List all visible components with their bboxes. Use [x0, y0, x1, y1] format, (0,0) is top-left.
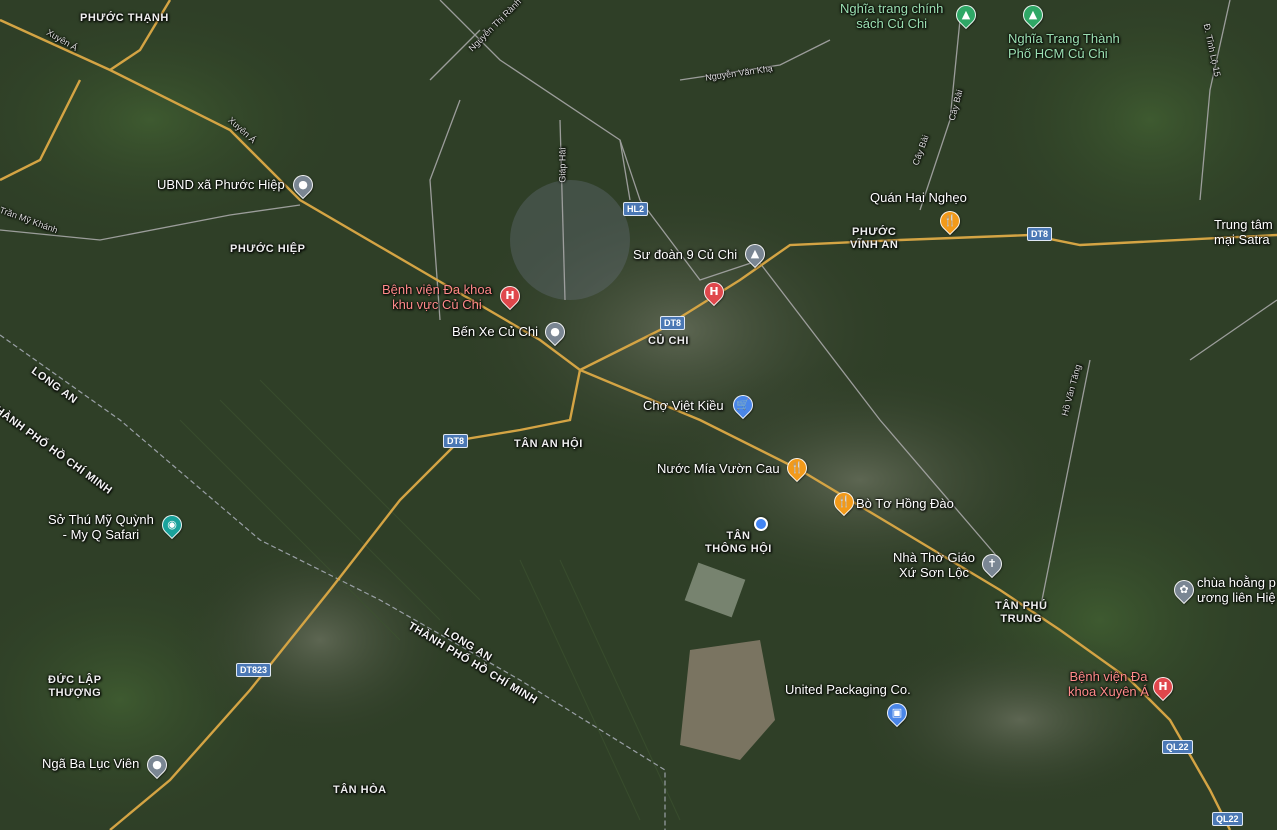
shield-hl2: HL2 [623, 202, 649, 216]
shield-ql22-a: QL22 [1162, 740, 1193, 754]
road-giap-hai: Giáp Hải [557, 147, 568, 183]
shield-dt8-left: DT8 [443, 434, 469, 448]
satellite-imagery [0, 0, 1277, 830]
current-location-icon[interactable] [754, 517, 768, 531]
poi-nga-ba-luc-vien[interactable]: Ngã Ba Lục Viên [42, 756, 139, 772]
area-phuoc-hiep: PHƯỚC HIỆP [230, 243, 306, 255]
poi-so-thu[interactable]: Sở Thú Mỹ Quỳnh - My Q Safari [48, 512, 154, 543]
poi-united-packaging[interactable]: United Packaging Co. [785, 682, 911, 698]
shield-ql22-b: QL22 [1212, 812, 1243, 826]
poi-benh-vien-cu-chi[interactable]: Bệnh viện Đa khoa khu vực Củ Chi [382, 282, 492, 313]
poi-nghia-trang-chinh-sach[interactable]: Nghĩa trang chính sách Củ Chi [840, 1, 943, 32]
poi-trung-tam-satra[interactable]: Trung tâm mại Satra [1214, 217, 1273, 248]
poi-nghia-trang-tp[interactable]: Nghĩa Trang Thành Phố HCM Củ Chi [1008, 31, 1120, 62]
poi-quan-hai-ngheo[interactable]: Quán Hai Nghẹo [870, 190, 967, 206]
poi-bo-to[interactable]: Bò Tơ Hồng Đào [856, 496, 954, 512]
area-phuoc-vinh-an: PHƯỚC VĨNH AN [850, 226, 899, 251]
area-tan-an-hoi: TÂN AN HỘI [514, 438, 583, 450]
shield-dt823: DT823 [236, 663, 272, 677]
area-tan-thong-hoi: TÂN THÔNG HỘI [705, 530, 772, 555]
poi-cho-viet-kieu[interactable]: Chợ Việt Kiều [643, 398, 724, 414]
poi-nuoc-mia[interactable]: Nước Mía Vườn Cau [657, 461, 780, 477]
poi-nha-tho[interactable]: Nhà Thờ Giáo Xứ Sơn Lộc [893, 550, 975, 581]
shield-dt8-right: DT8 [1027, 227, 1053, 241]
shield-dt8-center: DT8 [660, 316, 686, 330]
poi-su-doan-9[interactable]: Sư đoàn 9 Củ Chi [633, 247, 737, 263]
map-canvas[interactable]: PHƯỚC THẠNH PHƯỚC HIỆP PHƯỚC VĨNH AN CỦ … [0, 0, 1277, 830]
area-phuoc-thanh: PHƯỚC THẠNH [80, 12, 169, 24]
poi-benh-vien-xuyen-a[interactable]: Bệnh viện Đa khoa Xuyên Á [1068, 669, 1149, 700]
poi-chua-hoang[interactable]: chùa hoằng p ương liên Hiệ [1197, 575, 1276, 606]
area-tan-hoa: TÂN HÒA [333, 784, 387, 796]
area-duc-lap-thuong: ĐỨC LẬP THƯỢNG [48, 674, 102, 699]
poi-ubnd-phuoc-hiep[interactable]: UBND xã Phước Hiệp [157, 177, 285, 193]
area-cu-chi: CỦ CHI [648, 335, 689, 347]
area-tan-phu-trung: TÂN PHÚ TRUNG [995, 600, 1048, 625]
poi-ben-xe-cu-chi[interactable]: Bến Xe Củ Chi [452, 324, 538, 340]
